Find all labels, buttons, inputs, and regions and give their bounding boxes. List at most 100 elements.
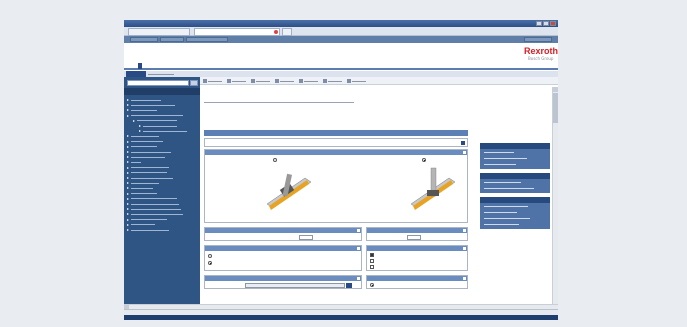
- gantry-image-left[interactable]: [263, 164, 313, 220]
- sidebar-item[interactable]: [127, 228, 199, 232]
- right-box-link[interactable]: [484, 188, 534, 189]
- type-radio-left[interactable]: [273, 158, 277, 162]
- sidebar-item[interactable]: [127, 171, 199, 175]
- help-icon[interactable]: [357, 277, 360, 280]
- drive-panel: [204, 245, 362, 271]
- sidebar-item[interactable]: [127, 207, 199, 211]
- toolbar-button[interactable]: [347, 78, 366, 84]
- material-panel: [366, 245, 468, 271]
- chevron-right-icon: [127, 171, 129, 174]
- nav-item-1[interactable]: [126, 63, 130, 69]
- tab-2[interactable]: [194, 28, 280, 36]
- toolbar-icon: [299, 79, 303, 83]
- sidebar-item[interactable]: [127, 223, 199, 227]
- right-box-link[interactable]: [484, 224, 519, 225]
- scroll-thumb[interactable]: [553, 93, 558, 123]
- scroll-arrow-icon[interactable]: [553, 87, 558, 92]
- chevron-right-icon: [127, 177, 129, 179]
- sidebar-item[interactable]: [127, 197, 199, 201]
- drive-radio-1[interactable]: [208, 254, 212, 258]
- toolbar-button[interactable]: [299, 78, 318, 84]
- sidebar-item[interactable]: [127, 186, 199, 190]
- help-icon[interactable]: [357, 247, 360, 250]
- subnav-item[interactable]: [148, 73, 174, 75]
- sidebar-item[interactable]: [127, 212, 199, 216]
- control-panel-header: [205, 276, 361, 281]
- right-box-link[interactable]: [484, 182, 521, 183]
- toolbar-button[interactable]: [323, 78, 342, 84]
- type-radio-right[interactable]: [422, 158, 426, 162]
- sidebar-item[interactable]: [127, 192, 199, 196]
- toolbar-button[interactable]: [275, 78, 294, 84]
- load-panel-header: [367, 228, 467, 233]
- sidebar-item[interactable]: [127, 114, 199, 118]
- sidebar-item-label: [131, 177, 173, 179]
- bookmark-1[interactable]: [130, 37, 158, 42]
- right-box-link[interactable]: [484, 206, 528, 207]
- chevron-right-icon: [127, 135, 129, 138]
- right-box: [480, 179, 550, 193]
- vertical-scrollbar[interactable]: [552, 87, 558, 305]
- right-box-link[interactable]: [484, 164, 516, 165]
- sidebar-item[interactable]: [127, 98, 199, 102]
- nav-item-4[interactable]: [172, 63, 176, 69]
- sidebar-item[interactable]: [139, 129, 211, 133]
- close-icon[interactable]: [550, 21, 556, 26]
- bookmark-4[interactable]: [524, 37, 552, 42]
- toolbar-button[interactable]: [227, 78, 246, 84]
- material-check-2[interactable]: [370, 259, 374, 263]
- load-input[interactable]: [407, 235, 421, 240]
- help-icon[interactable]: [461, 141, 465, 145]
- help-icon[interactable]: [463, 247, 466, 250]
- search-icon[interactable]: [190, 80, 198, 86]
- drive-radio-2[interactable]: [208, 261, 212, 265]
- minimize-icon[interactable]: [536, 21, 542, 26]
- sidebar-item[interactable]: [127, 160, 199, 164]
- sidebar-item[interactable]: [127, 155, 199, 159]
- catalog-search-input[interactable]: [127, 80, 189, 86]
- new-tab-button[interactable]: [282, 28, 292, 36]
- help-icon[interactable]: [463, 151, 466, 154]
- toolbar-button[interactable]: [203, 78, 222, 84]
- nav-item-5[interactable]: [188, 63, 192, 69]
- sidebar-item[interactable]: [127, 181, 199, 185]
- maximize-icon[interactable]: [543, 21, 549, 26]
- nav-item-3[interactable]: [154, 63, 158, 69]
- sidebar-item[interactable]: [127, 202, 199, 206]
- help-icon[interactable]: [357, 229, 360, 232]
- sidebar-item[interactable]: [127, 134, 199, 138]
- sidebar-item[interactable]: [127, 145, 199, 149]
- material-check-3[interactable]: [370, 265, 374, 269]
- tab-1[interactable]: [128, 28, 190, 36]
- help-icon[interactable]: [463, 277, 466, 280]
- sidebar-item[interactable]: [139, 124, 211, 128]
- toolbar-button[interactable]: [251, 78, 270, 84]
- right-box-link[interactable]: [484, 218, 530, 219]
- sidebar-item[interactable]: [127, 103, 199, 107]
- bookmark-2[interactable]: [160, 37, 184, 42]
- sidebar-item[interactable]: [127, 166, 199, 170]
- right-box-link[interactable]: [484, 212, 517, 213]
- gantry-image-right[interactable]: [407, 164, 457, 220]
- chevron-right-icon: [127, 151, 129, 153]
- sidebar-item-label: [131, 109, 157, 111]
- sidebar-item[interactable]: [127, 140, 199, 144]
- stroke-input[interactable]: [299, 235, 313, 240]
- tab-close-icon[interactable]: [274, 30, 278, 34]
- sidebar-item[interactable]: [127, 108, 199, 112]
- control-select[interactable]: [245, 283, 345, 288]
- sidebar-item[interactable]: [127, 176, 199, 180]
- chevron-right-icon: [127, 197, 129, 200]
- chevron-down-icon[interactable]: [346, 283, 352, 288]
- sidebar-item[interactable]: [127, 218, 199, 222]
- nav-item-2[interactable]: [138, 63, 142, 69]
- dynamic-radio-1[interactable]: [370, 283, 374, 287]
- chevron-right-icon: [127, 182, 129, 185]
- material-check-1[interactable]: [370, 253, 374, 257]
- right-box-link[interactable]: [484, 152, 514, 153]
- help-icon[interactable]: [463, 229, 466, 232]
- sidebar-item[interactable]: [133, 119, 205, 123]
- sidebar-item[interactable]: [127, 150, 199, 154]
- right-box-link[interactable]: [484, 158, 527, 159]
- bookmark-3[interactable]: [186, 37, 228, 42]
